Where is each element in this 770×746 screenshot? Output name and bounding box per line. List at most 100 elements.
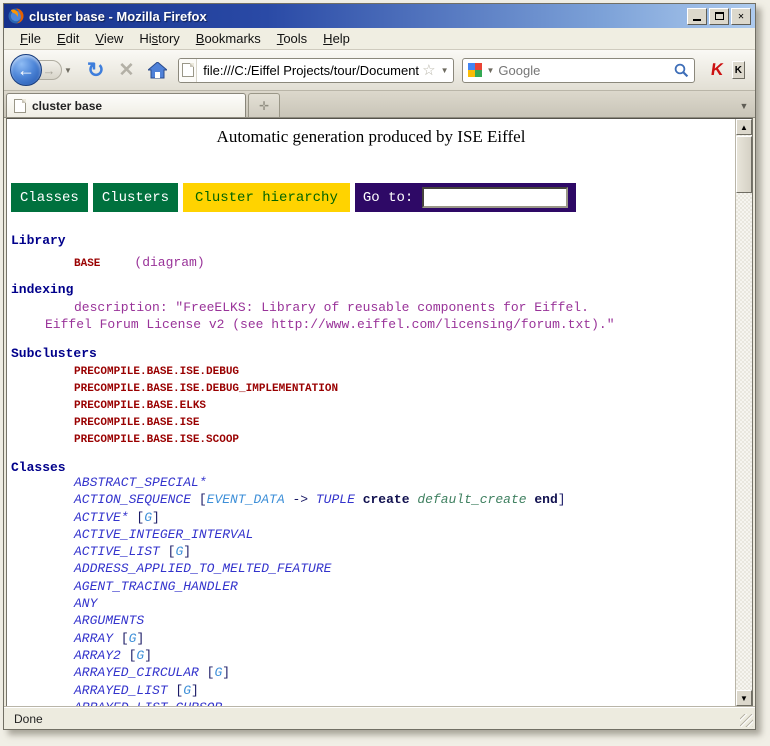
menu-bookmarks[interactable]: Bookmarks bbox=[188, 29, 269, 48]
vertical-scrollbar[interactable]: ▲ ▼ bbox=[735, 119, 752, 706]
close-icon: ✕ bbox=[738, 11, 744, 22]
k-toolbar-button[interactable]: K bbox=[732, 61, 745, 79]
subcluster-link[interactable]: PRECOMPILE.BASE.ISE.DEBUG bbox=[74, 364, 338, 381]
class-link[interactable]: TUPLE bbox=[316, 492, 355, 507]
back-button[interactable]: ← bbox=[10, 54, 42, 86]
stop-button[interactable]: ✕ bbox=[119, 59, 135, 82]
clusters-button[interactable]: Clusters bbox=[93, 183, 178, 212]
window-title: cluster base - Mozilla Firefox bbox=[29, 9, 207, 24]
menu-tools[interactable]: Tools bbox=[269, 29, 315, 48]
class-link[interactable]: ARRAYED_LIST_CURSOR bbox=[74, 700, 222, 706]
class-list-item: ACTIVE_INTEGER_INTERVAL bbox=[74, 526, 566, 543]
class-signature-text: default_create bbox=[417, 492, 526, 507]
cluster-name: BASE bbox=[74, 258, 100, 270]
class-link[interactable]: ARRAY bbox=[74, 631, 113, 646]
class-signature-text: [ bbox=[160, 544, 176, 559]
class-list-item: ARRAYED_LIST_CURSOR bbox=[74, 699, 566, 706]
indexing-heading: indexing bbox=[11, 282, 73, 297]
bookmark-star-icon[interactable]: ☆ bbox=[419, 61, 438, 79]
arrow-up-icon: ▲ bbox=[740, 123, 748, 132]
class-link[interactable]: ARRAYED_LIST bbox=[74, 683, 168, 698]
title-bar: cluster base - Mozilla Firefox ✕ bbox=[4, 4, 755, 28]
search-bar[interactable]: ▼ bbox=[462, 58, 695, 83]
class-link[interactable]: ACTIVE_LIST bbox=[74, 544, 160, 559]
classes-button[interactable]: Classes bbox=[11, 183, 88, 212]
address-bar[interactable]: file:///C:/Eiffel Projects/tour/Document… bbox=[178, 58, 454, 83]
class-list-item: ARRAYED_LIST [G] bbox=[74, 682, 566, 699]
close-button[interactable]: ✕ bbox=[731, 8, 751, 25]
menu-bar: FileEditViewHistoryBookmarksToolsHelp bbox=[4, 28, 755, 50]
generic-param-link[interactable]: EVENT_DATA bbox=[207, 492, 285, 507]
site-identity-button[interactable] bbox=[179, 59, 197, 82]
home-icon bbox=[148, 62, 167, 79]
class-signature-text: ] bbox=[183, 544, 191, 559]
document-page: Automatic generation produced by ISE Eif… bbox=[7, 119, 735, 706]
goto-input[interactable] bbox=[422, 187, 568, 208]
class-link[interactable]: ACTIVE_INTEGER_INTERVAL bbox=[74, 527, 253, 542]
search-icon[interactable] bbox=[674, 63, 689, 78]
refresh-icon: ↻ bbox=[87, 58, 105, 83]
kaspersky-icon[interactable]: K bbox=[710, 60, 725, 80]
page-title: Automatic generation produced by ISE Eif… bbox=[7, 127, 735, 147]
refresh-button[interactable]: ↻ bbox=[87, 58, 105, 83]
status-text: Done bbox=[14, 712, 43, 726]
class-signature-text: [ bbox=[168, 683, 184, 698]
menu-file[interactable]: File bbox=[12, 29, 49, 48]
subcluster-link[interactable]: PRECOMPILE.BASE.ISE.DEBUG_IMPLEMENTATION bbox=[74, 381, 338, 398]
subcluster-link[interactable]: PRECOMPILE.BASE.ISE.SCOOP bbox=[74, 432, 338, 449]
home-button[interactable] bbox=[148, 62, 167, 79]
diagram-link[interactable]: (diagram) bbox=[134, 255, 204, 270]
search-input[interactable] bbox=[494, 63, 674, 78]
search-engine-dropdown-icon[interactable]: ▼ bbox=[486, 66, 494, 75]
class-link[interactable]: ABSTRACT_SPECIAL* bbox=[74, 475, 207, 490]
class-signature-text: ] bbox=[191, 683, 199, 698]
class-list-item: ARRAYED_CIRCULAR [G] bbox=[74, 664, 566, 681]
doc-nav-buttons: Classes Clusters Cluster hierarchy Go to… bbox=[11, 183, 576, 212]
menu-view[interactable]: View bbox=[87, 29, 131, 48]
new-tab-button[interactable]: ✛ bbox=[248, 93, 280, 117]
resize-grip[interactable] bbox=[740, 714, 753, 727]
menu-history[interactable]: History bbox=[131, 29, 187, 48]
scroll-up-button[interactable]: ▲ bbox=[736, 119, 752, 135]
class-link[interactable]: ARRAY2 bbox=[74, 648, 121, 663]
tab-cluster-base[interactable]: cluster base bbox=[6, 93, 246, 117]
forward-icon: → bbox=[43, 63, 56, 78]
subcluster-link[interactable]: PRECOMPILE.BASE.ELKS bbox=[74, 398, 338, 415]
class-signature-text: create bbox=[363, 492, 410, 507]
url-dropdown-icon[interactable]: ▼ bbox=[441, 66, 449, 75]
goto-box: Go to: bbox=[355, 183, 576, 212]
navigation-toolbar: ← → ▼ ↻ ✕ file:///C:/Eiffel Projects/tou… bbox=[4, 50, 755, 91]
class-signature-text: ] bbox=[222, 665, 230, 680]
class-link[interactable]: ARRAYED_CIRCULAR bbox=[74, 665, 199, 680]
minimize-button[interactable] bbox=[687, 8, 707, 25]
maximize-button[interactable] bbox=[709, 8, 729, 25]
list-all-tabs-button[interactable]: ▼ bbox=[735, 95, 753, 117]
library-row: BASE (diagram) bbox=[74, 253, 205, 271]
generic-param-link[interactable]: G bbox=[144, 510, 152, 525]
class-list-item: ABSTRACT_SPECIAL* bbox=[74, 474, 566, 491]
class-link[interactable]: ACTIVE* bbox=[74, 510, 129, 525]
history-dropdown-icon[interactable]: ▼ bbox=[64, 66, 72, 75]
content-area: Automatic generation produced by ISE Eif… bbox=[6, 118, 753, 707]
class-list-item: ARGUMENTS bbox=[74, 612, 566, 629]
url-text[interactable]: file:///C:/Eiffel Projects/tour/Document… bbox=[197, 63, 419, 78]
page-icon bbox=[182, 63, 194, 77]
tab-bar: cluster base ✛ ▼ bbox=[4, 91, 755, 118]
classes-list: ABSTRACT_SPECIAL* ACTION_SEQUENCE [ EVENT_… bbox=[74, 474, 566, 706]
scrollbar-thumb[interactable] bbox=[736, 136, 752, 193]
class-link[interactable]: AGENT_TRACING_HANDLER bbox=[74, 579, 238, 594]
menu-edit[interactable]: Edit bbox=[49, 29, 87, 48]
subcluster-link[interactable]: PRECOMPILE.BASE.ISE bbox=[74, 415, 338, 432]
browser-window: cluster base - Mozilla Firefox ✕ FileEdi… bbox=[3, 3, 756, 730]
class-link[interactable]: ACTION_SEQUENCE bbox=[74, 492, 191, 507]
generic-param-link[interactable]: G bbox=[183, 683, 191, 698]
class-link[interactable]: ANY bbox=[74, 596, 97, 611]
class-link[interactable]: ARGUMENTS bbox=[74, 613, 144, 628]
scroll-down-button[interactable]: ▼ bbox=[736, 690, 752, 706]
cluster-hierarchy-button[interactable]: Cluster hierarchy bbox=[183, 183, 350, 212]
class-list-item: ARRAY [G] bbox=[74, 630, 566, 647]
class-link[interactable]: ADDRESS_APPLIED_TO_MELTED_FEATURE bbox=[74, 561, 331, 576]
chevron-down-icon: ▼ bbox=[740, 101, 749, 111]
menu-help[interactable]: Help bbox=[315, 29, 358, 48]
arrow-down-icon: ▼ bbox=[740, 694, 748, 703]
